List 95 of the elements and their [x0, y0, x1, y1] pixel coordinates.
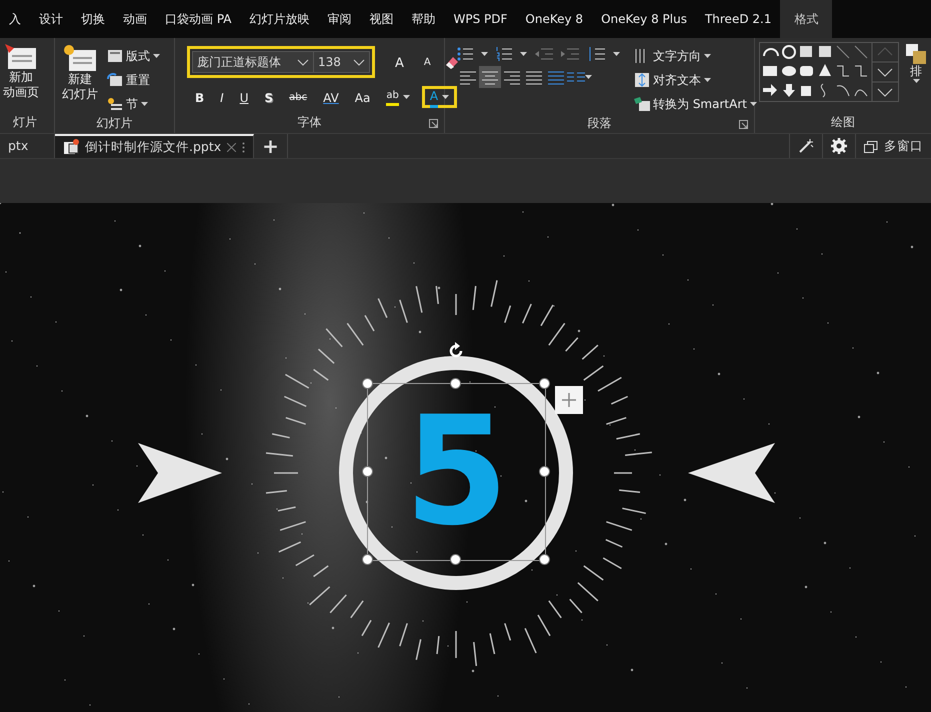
caret-icon	[402, 95, 410, 99]
format-button[interactable]: AV	[315, 86, 347, 108]
menu-tab[interactable]: OneKey 8	[516, 0, 592, 38]
align-icon	[504, 70, 520, 86]
menu-tab[interactable]: WPS PDF	[444, 0, 516, 38]
columns-icon	[567, 70, 585, 84]
arrange-button[interactable]: 排	[903, 42, 929, 113]
resize-handle[interactable]	[538, 554, 550, 564]
align-icon	[526, 70, 542, 86]
format-button[interactable]: S	[256, 86, 282, 108]
new-slide-button[interactable]: 新建 幻灯片	[59, 42, 101, 114]
group-label: 段落	[588, 115, 612, 132]
resize-handle[interactable]	[362, 378, 372, 388]
resize-handle[interactable]	[362, 554, 372, 564]
menu-tab[interactable]: 切换	[72, 0, 114, 38]
bullet-list-icon	[457, 46, 473, 62]
align-icon	[460, 70, 476, 86]
ribbon-button[interactable]: 转换为 SmartArt	[632, 94, 759, 114]
format-button[interactable]: abc	[281, 86, 316, 108]
menu-tab[interactable]: 设计	[30, 0, 72, 38]
caret-icon	[442, 95, 450, 99]
presentation-file-icon	[63, 139, 79, 155]
group-label: 绘图	[831, 114, 855, 131]
group-label: 字体	[298, 114, 322, 131]
caret-icon	[613, 52, 620, 56]
format-button[interactable]: I	[212, 86, 232, 108]
new-slide-icon	[63, 44, 97, 72]
decrease-indent-icon	[535, 47, 553, 61]
menu-tab[interactable]: 格式	[780, 0, 832, 38]
document-tab[interactable]: 倒计时制作源文件.pptx	[55, 134, 254, 158]
ribbon-button[interactable]: 版式	[105, 46, 162, 66]
highlight-button[interactable]: ab	[378, 86, 418, 108]
menu-tab[interactable]: 入	[0, 0, 30, 38]
close-icon	[227, 142, 236, 152]
align-text-icon	[634, 72, 650, 88]
settings-icon	[831, 138, 847, 154]
line-spacing-icon	[587, 46, 605, 62]
resize-handle[interactable]	[450, 378, 461, 388]
ribbon-button[interactable]: 重置	[105, 70, 162, 90]
align-icon	[482, 70, 498, 86]
menu-tab[interactable]: 口袋动画 PA	[156, 0, 240, 38]
menu-tab[interactable]: 帮助	[402, 0, 444, 38]
caret-icon	[520, 52, 527, 56]
menu-tab[interactable]: 视图	[360, 0, 402, 38]
menu-tab[interactable]: 审阅	[318, 0, 360, 38]
more-icon	[242, 142, 246, 152]
align-icon	[548, 70, 564, 86]
ribbon-button[interactable]: 节	[105, 94, 162, 114]
dialog-launcher-icon[interactable]	[739, 120, 748, 129]
caret-icon	[704, 78, 711, 82]
format-button[interactable]: U	[232, 86, 256, 108]
windows-icon	[864, 140, 878, 152]
shapes-gallery[interactable]	[759, 42, 899, 102]
slide-icon	[5, 44, 37, 70]
caret-icon	[704, 54, 711, 58]
caret-icon	[750, 102, 757, 106]
caret-icon	[153, 54, 160, 58]
countdown-number: 5	[404, 397, 509, 547]
ribbon-button[interactable]: 文字方向	[632, 46, 759, 66]
resize-handle[interactable]	[538, 378, 550, 388]
group-label: 幻灯片	[96, 115, 132, 132]
resize-handle[interactable]	[450, 554, 461, 564]
menu-tab[interactable]: OneKey 8 Plus	[592, 0, 696, 38]
reset-icon	[107, 73, 123, 87]
menu-tab[interactable]: ThreeD 2.1	[696, 0, 780, 38]
ribbon-button[interactable]: 对齐文本	[632, 70, 759, 90]
resize-handle[interactable]	[362, 466, 372, 476]
plus-icon	[562, 393, 576, 407]
caret-icon	[141, 102, 148, 106]
numbered-list-icon	[496, 46, 512, 62]
group-label: 灯片	[13, 114, 37, 131]
new-animation-page-button[interactable]: 新加 动画页	[0, 42, 42, 113]
resize-handle[interactable]	[538, 466, 550, 476]
wand-icon	[798, 138, 814, 154]
font-color-button[interactable]: A	[422, 86, 458, 108]
caret-icon	[585, 75, 592, 79]
menu-tab[interactable]: 幻灯片放映	[240, 0, 318, 38]
layout-options-button[interactable]	[555, 386, 583, 414]
dialog-launcher-icon[interactable]	[429, 119, 438, 128]
increase-indent-icon	[561, 47, 579, 61]
menu-tab[interactable]: 动画	[114, 0, 156, 38]
multi-window-button[interactable]: 多窗口	[856, 134, 931, 158]
arrange-icon	[906, 44, 926, 64]
rotate-handle-icon[interactable]	[447, 342, 465, 360]
format-button[interactable]: B	[187, 86, 212, 108]
section-icon	[107, 97, 123, 111]
smartart-icon	[634, 96, 650, 112]
grow-font-button[interactable]: A	[387, 51, 412, 73]
layout-icon	[107, 49, 123, 63]
caret-icon	[912, 79, 920, 83]
align-button[interactable]	[479, 66, 501, 88]
format-button[interactable]: Aa	[346, 86, 378, 108]
shrink-font-button[interactable]: A	[416, 51, 439, 73]
caret-icon	[481, 52, 488, 56]
selection-frame[interactable]: 5	[362, 378, 551, 566]
